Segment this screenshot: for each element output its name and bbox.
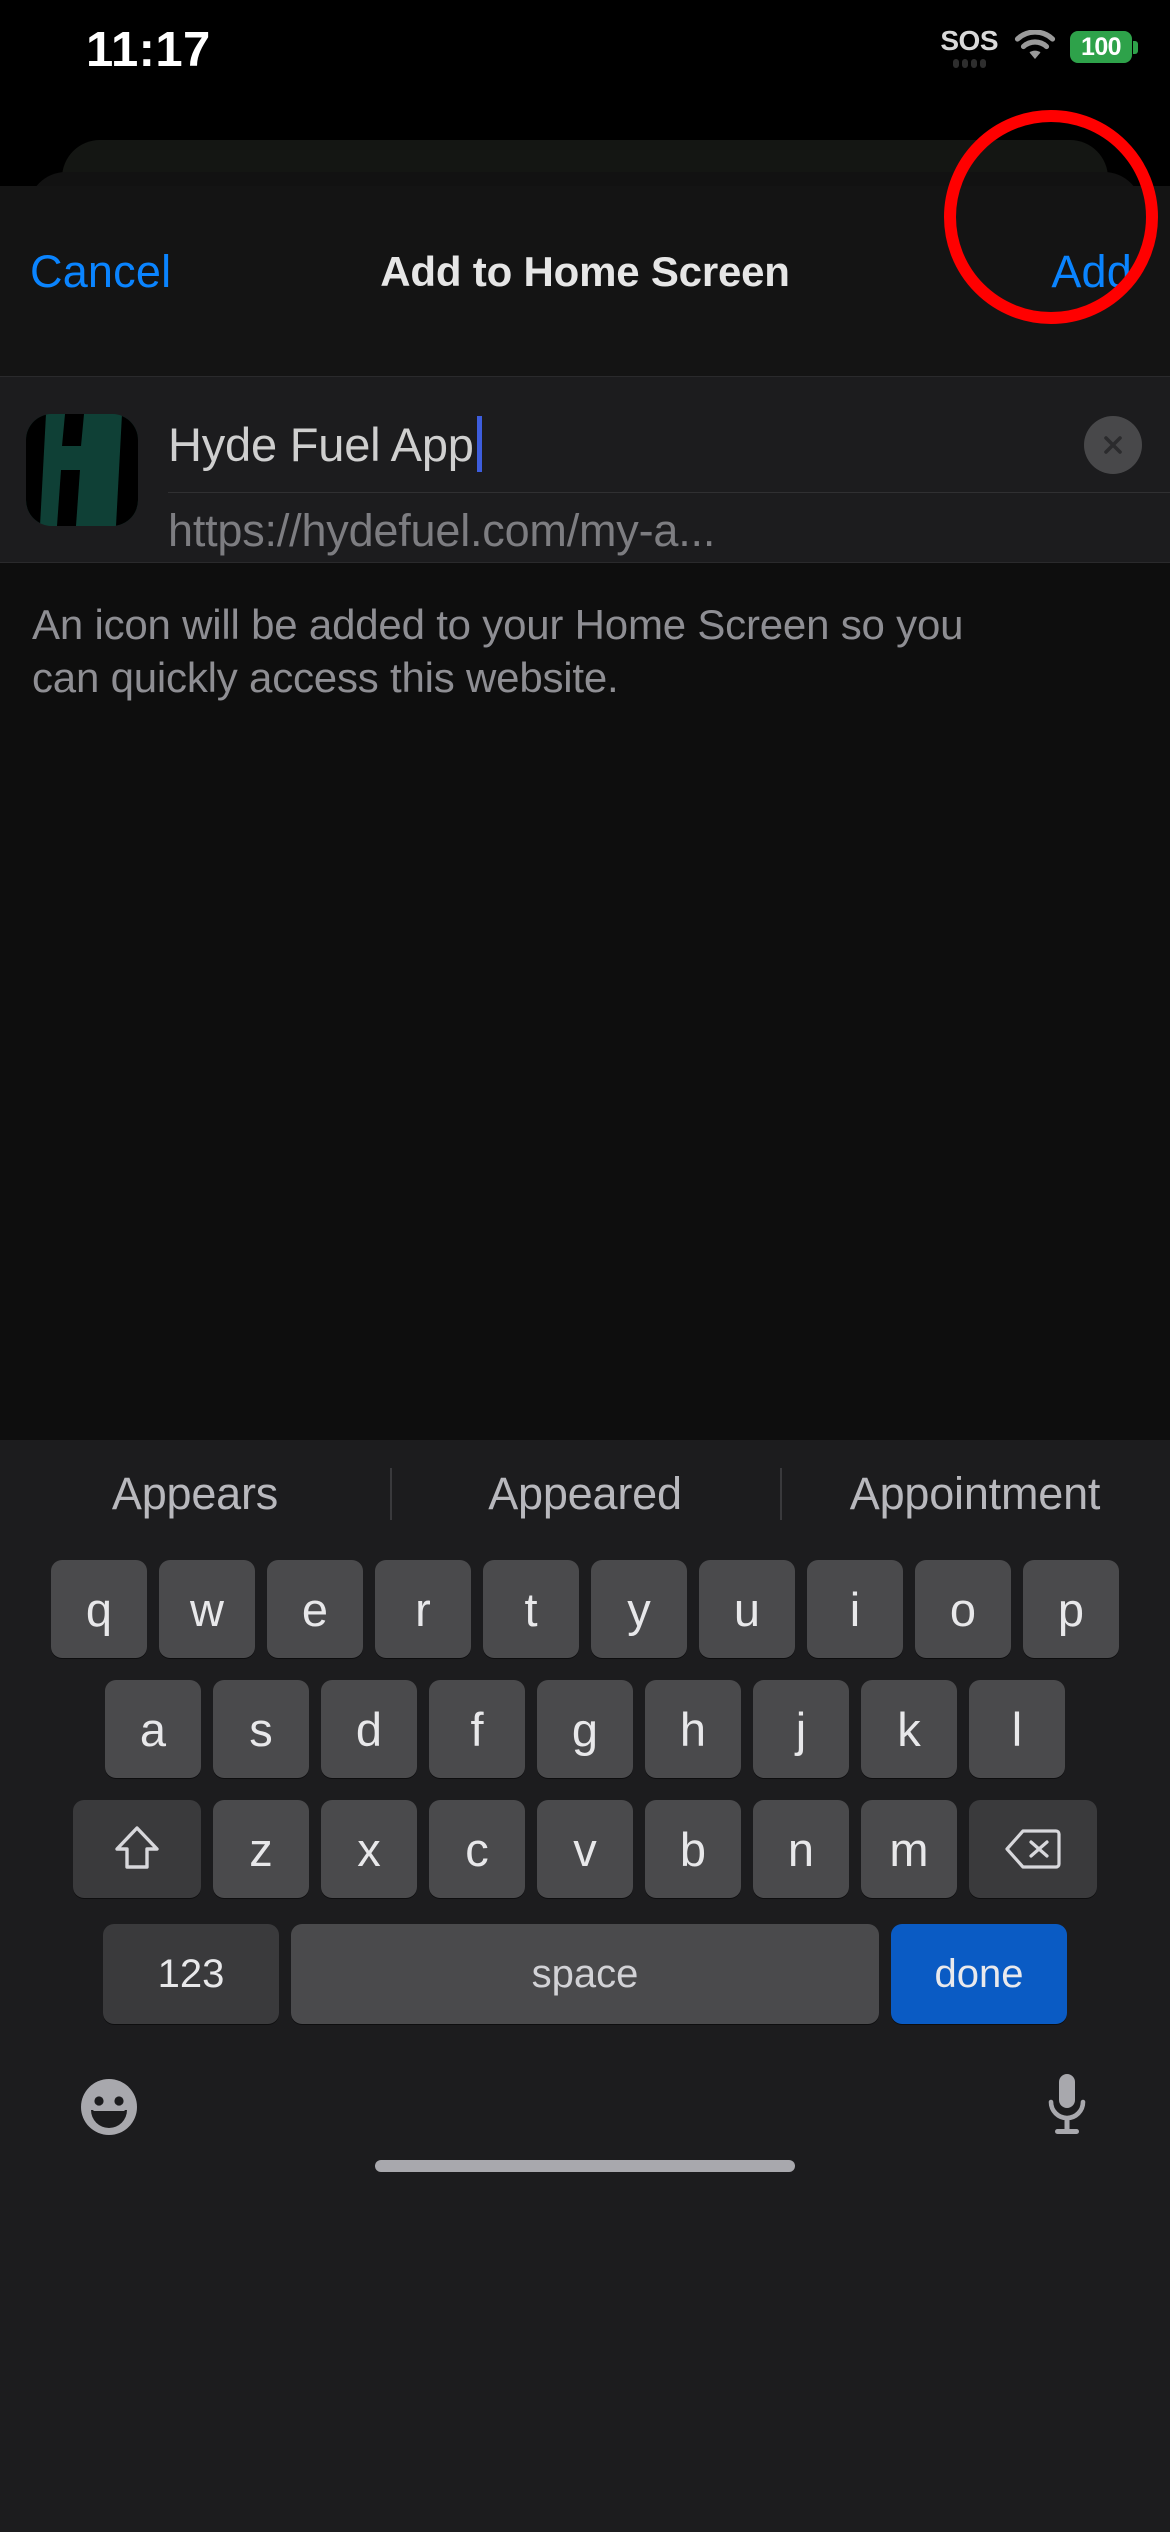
keyboard-row-1: q w e r t y u i o p [0,1560,1170,1658]
key-g[interactable]: g [537,1680,633,1778]
suggestion-item[interactable]: Appointment [780,1468,1170,1520]
iphone-screen: 11:17 SOS 100 Cancel Add to Home Screen … [0,0,1170,2532]
keyboard-bottom-bar [0,2024,1170,2194]
key-d[interactable]: d [321,1680,417,1778]
key-n[interactable]: n [753,1800,849,1898]
battery-indicator: 100 [1070,31,1138,63]
add-button[interactable]: Add [1051,246,1132,298]
sheet-description-text: An icon will be added to your Home Scree… [32,601,964,701]
name-input[interactable]: Hyde Fuel App [168,402,482,486]
key-y[interactable]: y [591,1560,687,1658]
suggestion-item[interactable]: Appears [0,1468,390,1520]
name-input-value: Hyde Fuel App [168,417,474,471]
key-i[interactable]: i [807,1560,903,1658]
key-x[interactable]: x [321,1800,417,1898]
signal-dots-icon [952,58,986,68]
keyboard-row-2: a s d f g h j k l [0,1680,1170,1778]
key-t[interactable]: t [483,1560,579,1658]
key-l[interactable]: l [969,1680,1065,1778]
keyboard-row-4: 123 space done [0,1920,1170,2024]
text-caret [476,416,482,472]
backspace-icon[interactable] [969,1800,1097,1898]
home-indicator [375,2160,795,2172]
page-title: Add to Home Screen [380,248,790,295]
key-r[interactable]: r [375,1560,471,1658]
status-bar: 11:17 SOS 100 [0,0,1170,92]
key-m[interactable]: m [861,1800,957,1898]
url-input[interactable]: https://hydefuel.com/my-a... [168,500,715,562]
keyboard-rows: q w e r t y u i o p a s d f g h j k l z … [0,1548,1170,2024]
key-w[interactable]: w [159,1560,255,1658]
key-p[interactable]: p [1023,1560,1119,1658]
add-to-home-screen-sheet: Cancel Add to Home Screen Add Hyde Fuel … [0,110,1170,2532]
bookmark-fields: Hyde Fuel App https://hydefuel.com/my-a.… [168,376,1170,563]
key-v[interactable]: v [537,1800,633,1898]
status-bar-time: 11:17 [86,23,211,77]
emoji-icon[interactable] [78,2076,140,2138]
status-bar-indicators: SOS 100 [940,24,1138,70]
key-u[interactable]: u [699,1560,795,1658]
shift-icon[interactable] [73,1800,201,1898]
battery-percent-label: 100 [1081,32,1122,61]
bookmark-form-card: Hyde Fuel App https://hydefuel.com/my-a.… [0,376,1170,563]
key-b[interactable]: b [645,1800,741,1898]
done-key[interactable]: done [891,1924,1067,2024]
key-o[interactable]: o [915,1560,1011,1658]
microphone-icon[interactable] [1042,2072,1092,2144]
suggestion-item[interactable]: Appeared [390,1468,780,1520]
keyboard-suggestion-bar: Appears Appeared Appointment [0,1440,1170,1548]
key-a[interactable]: a [105,1680,201,1778]
key-c[interactable]: c [429,1800,525,1898]
key-s[interactable]: s [213,1680,309,1778]
software-keyboard: Appears Appeared Appointment q w e r t y… [0,1440,1170,2532]
key-z[interactable]: z [213,1800,309,1898]
wifi-icon [1014,29,1056,62]
sos-label: SOS [940,24,998,56]
clear-text-icon[interactable] [1084,416,1142,474]
key-q[interactable]: q [51,1560,147,1658]
sos-indicator: SOS [940,24,998,68]
sheet-header: Cancel Add to Home Screen Add [0,110,1170,376]
keyboard-row-3: z x c v b n m [0,1800,1170,1898]
numbers-key[interactable]: 123 [103,1924,279,2024]
space-key[interactable]: space [291,1924,879,2024]
key-f[interactable]: f [429,1680,525,1778]
field-divider [168,492,1170,493]
key-h[interactable]: h [645,1680,741,1778]
key-e[interactable]: e [267,1560,363,1658]
key-j[interactable]: j [753,1680,849,1778]
hyde-fuel-app-icon [26,413,138,526]
key-k[interactable]: k [861,1680,957,1778]
